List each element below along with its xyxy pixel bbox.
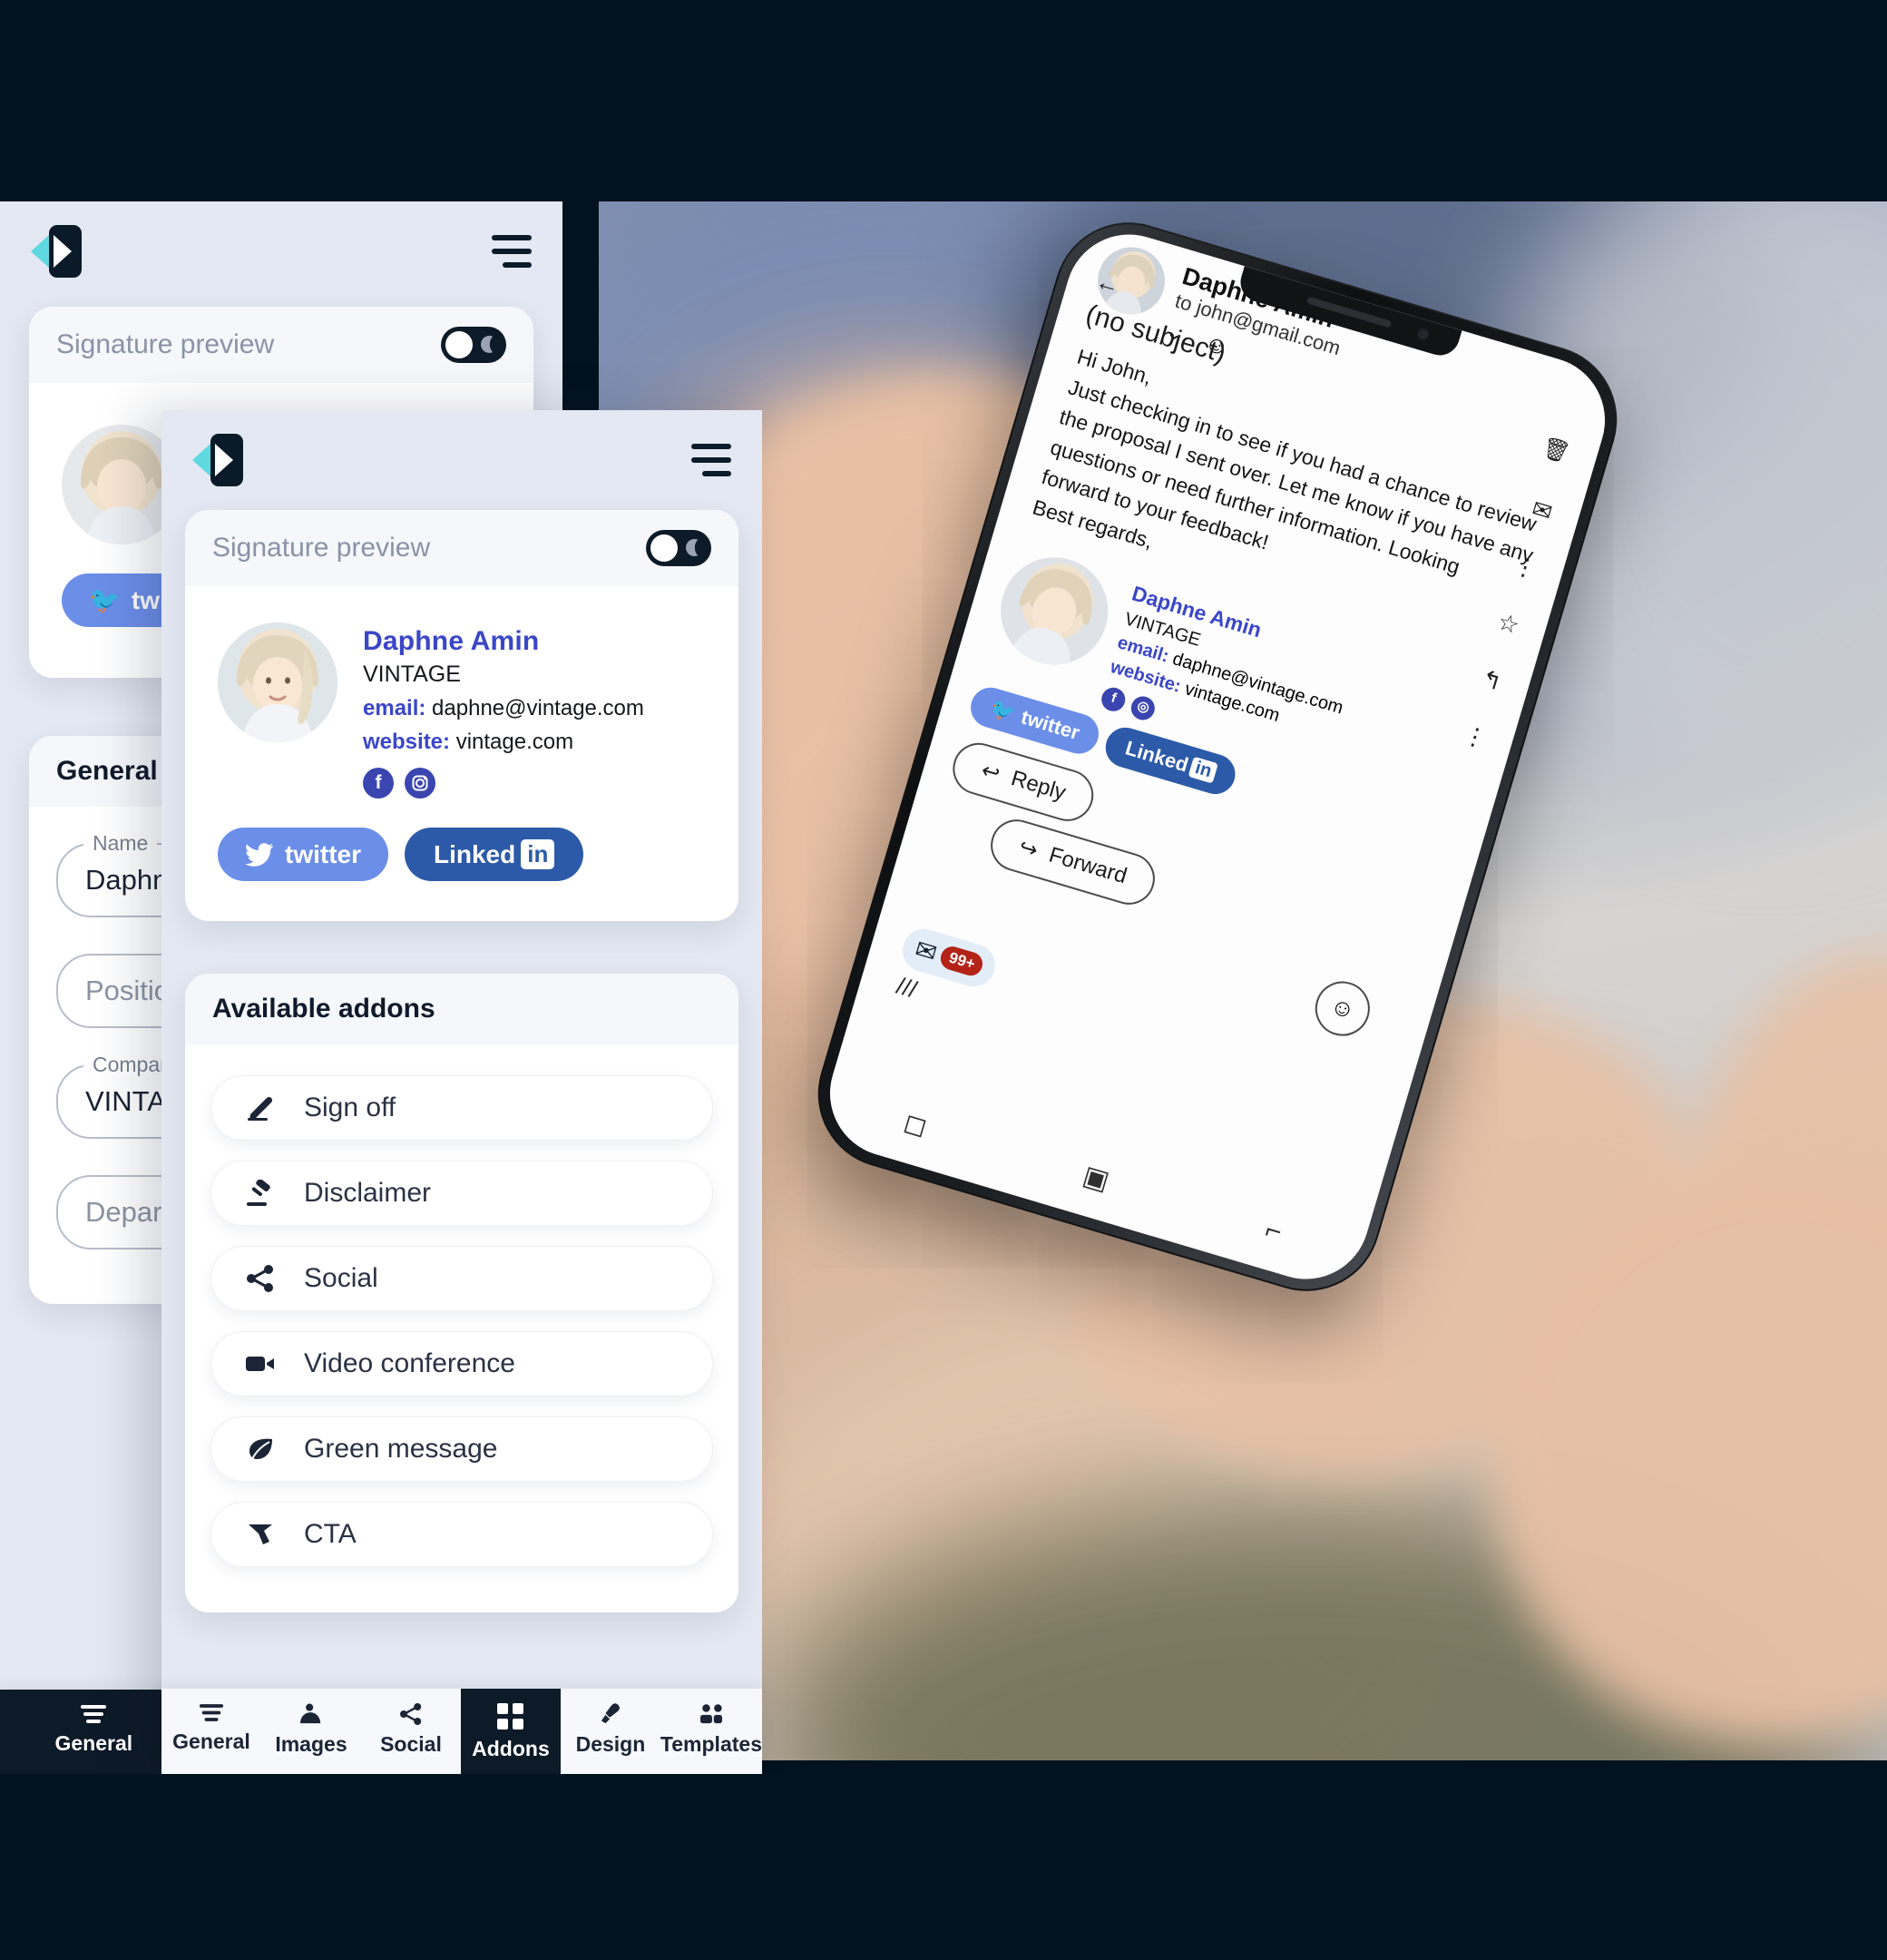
trash-icon[interactable]: 🗑: [1539, 434, 1573, 466]
twitter-bird-icon: 🐦: [987, 695, 1019, 725]
twitter-button[interactable]: twitter: [218, 828, 388, 881]
background-photo-hands-holding-phone: ← (no subject) 🗑 Daphne to john@gmail.co…: [599, 201, 1887, 1760]
image-person-icon: [298, 1703, 324, 1725]
reply-arrow-icon[interactable]: ↰: [1478, 664, 1505, 697]
forward-button[interactable]: ↪ Forward: [984, 812, 1162, 911]
tab-general[interactable]: General: [0, 1690, 188, 1774]
top-letterbox-band: [0, 0, 1887, 201]
home-icon[interactable]: ◻: [900, 1106, 931, 1143]
linkedin-button[interactable]: Linked in: [405, 828, 584, 881]
addon-cta[interactable]: CTA: [210, 1502, 713, 1567]
signature-preview-card: Signature preview Daphne Amin VINTAGE em…: [185, 510, 738, 921]
signature-app-logo[interactable]: [31, 225, 82, 278]
lines-icon: [199, 1703, 224, 1722]
back-form-title: General: [56, 756, 158, 786]
linkedin-badge: in: [1188, 756, 1218, 784]
tab-design[interactable]: Design: [561, 1689, 660, 1774]
twitter-label: twitter: [285, 839, 361, 868]
signature-preview-title: Signature preview: [212, 533, 431, 563]
gavel-icon: [242, 1180, 279, 1207]
share-nodes-icon: [242, 1265, 279, 1292]
addon-social[interactable]: Social: [210, 1246, 713, 1311]
available-addons-card: Available addons Sign off Disclaimer Soc…: [185, 974, 738, 1612]
back-icon[interactable]: ⌐: [1262, 1214, 1286, 1249]
addon-video-conference-label: Video conference: [304, 1348, 515, 1378]
forward-label: Forward: [1046, 842, 1130, 889]
leaf-icon: [242, 1436, 279, 1462]
addon-sign-off[interactable]: Sign off: [210, 1075, 713, 1141]
camera-icon[interactable]: ▣: [1080, 1160, 1113, 1198]
tab-templates[interactable]: Templates: [660, 1689, 762, 1774]
lines-icon: [80, 1704, 107, 1724]
tab-social[interactable]: Social: [361, 1689, 461, 1774]
linkedin-badge: in: [521, 839, 555, 869]
tab-addons-label: Addons: [472, 1737, 550, 1760]
linkedin-label: Linked: [434, 839, 516, 868]
signature-company: VINTAGE: [363, 662, 461, 687]
instagram-icon[interactable]: ◎: [1128, 692, 1159, 723]
tab-general[interactable]: General: [161, 1689, 261, 1774]
moon-icon: [481, 336, 498, 353]
emoji-button[interactable]: ☺: [1308, 974, 1377, 1043]
bottom-letterbox-band: [0, 1774, 1887, 1960]
signature-email-label: email:: [363, 696, 426, 720]
mail-badge-count: 99+: [938, 944, 986, 979]
dark-mode-toggle[interactable]: [646, 530, 711, 566]
facebook-icon[interactable]: f: [363, 768, 394, 799]
addons-title: Available addons: [212, 994, 435, 1024]
tab-addons[interactable]: Addons: [460, 1689, 561, 1774]
tab-design-label: Design: [575, 1732, 646, 1756]
signature-website-label: website:: [363, 730, 451, 754]
addon-green-message[interactable]: Green message: [210, 1416, 713, 1482]
addon-video-conference[interactable]: Video conference: [210, 1331, 713, 1396]
hamburger-menu-icon[interactable]: [691, 444, 731, 476]
screenshot-stage: ← (no subject) 🗑 Daphne to john@gmail.co…: [0, 0, 1887, 1960]
archive-mail-icon[interactable]: ✉: [1529, 495, 1555, 527]
instagram-icon[interactable]: [405, 768, 435, 799]
signature-email[interactable]: daphne@vintage.com: [432, 696, 644, 720]
addon-cta-label: CTA: [304, 1519, 357, 1549]
video-camera-icon: [242, 1353, 279, 1375]
signature-website[interactable]: vintage.com: [456, 730, 573, 754]
signature-avatar-small: [987, 544, 1121, 678]
pen-signature-icon: [242, 1094, 279, 1122]
brush-icon: [599, 1703, 622, 1725]
twitter-label: twitter: [1018, 704, 1083, 744]
share-nodes-icon: [399, 1703, 423, 1725]
tab-general-label: General: [54, 1731, 133, 1755]
tab-images[interactable]: Images: [261, 1689, 361, 1774]
addon-disclaimer-label: Disclaimer: [304, 1178, 432, 1208]
front-panel-tabbar: General Images Social Addons Design Temp…: [161, 1689, 762, 1774]
signature-app-logo[interactable]: [192, 434, 243, 486]
hamburger-menu-icon[interactable]: [492, 235, 532, 268]
twitter-bird-icon: 🐦: [89, 586, 121, 614]
envelope-icon: ✉: [912, 934, 941, 967]
tab-templates-label: Templates: [660, 1732, 762, 1756]
tab-images-label: Images: [275, 1732, 347, 1756]
dark-mode-toggle[interactable]: [441, 327, 506, 363]
addon-social-label: Social: [304, 1263, 378, 1293]
name-field-label: Name: [83, 831, 158, 856]
star-outline-icon[interactable]: ☆: [1494, 607, 1523, 640]
addon-disclaimer[interactable]: Disclaimer: [210, 1161, 713, 1226]
grid-squares-icon: [497, 1703, 524, 1730]
signature-avatar: [218, 622, 337, 742]
twitter-bird-icon: [245, 842, 274, 867]
back-preview-title: Signature preview: [56, 329, 275, 359]
reply-icon: ↩: [978, 757, 1003, 787]
addon-sign-off-label: Sign off: [304, 1093, 396, 1122]
forward-icon: ↪: [1016, 834, 1041, 863]
linkedin-label: Linked: [1122, 736, 1191, 777]
tab-general-label: General: [172, 1730, 250, 1753]
addon-green-message-label: Green message: [304, 1434, 498, 1464]
moon-icon: [686, 539, 703, 556]
cursor-click-icon: [242, 1522, 279, 1547]
facebook-icon[interactable]: f: [1099, 684, 1129, 714]
people-icon: [699, 1703, 724, 1725]
tab-social-label: Social: [380, 1732, 442, 1756]
reply-label: Reply: [1008, 766, 1069, 806]
signature-name: Daphne Amin: [363, 626, 540, 656]
front-app-panel: Signature preview Daphne Amin VINTAGE em…: [161, 410, 762, 1774]
